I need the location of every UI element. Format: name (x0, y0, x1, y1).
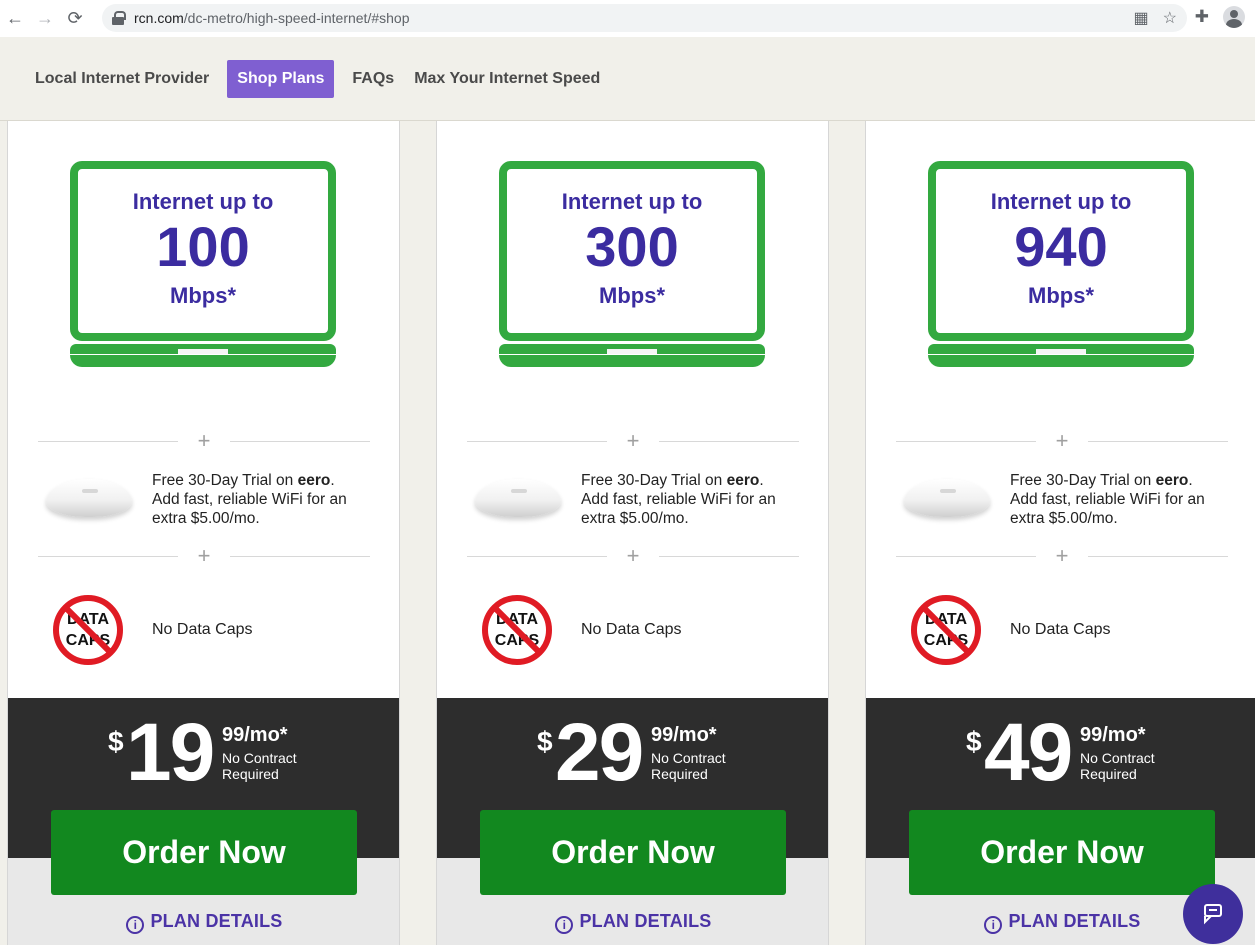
no-data-caps-icon: DATA CAPS (53, 595, 123, 665)
star-icon[interactable]: ☆ (1163, 8, 1177, 28)
no-data-caps-icon: DATA CAPS (482, 595, 552, 665)
nav-local-internet-provider[interactable]: Local Internet Provider (25, 60, 219, 98)
browser-extensions: ✚ (1195, 6, 1245, 28)
browser-toolbar: ← → ⟳ rcn.com/dc-metro/high-speed-intern… (0, 0, 1255, 37)
plus-divider: + (467, 544, 799, 568)
price-cents: 99/mo* (651, 724, 717, 746)
qr-code-icon[interactable]: ▦ (1134, 8, 1149, 28)
eero-offer-text: Free 30-Day Trial on eero. Add fast, rel… (1010, 472, 1205, 527)
plan-card: Internet up to 100 Mbps* + Free 30-Day T… (7, 121, 400, 945)
no-data-caps-label: No Data Caps (152, 621, 253, 638)
laptop-illustration: Internet up to 940 Mbps* (928, 161, 1194, 373)
price-dollars: 49 (984, 707, 1073, 798)
price-cents: 99/mo* (1080, 724, 1146, 746)
info-icon: i (555, 916, 574, 934)
speed-value: 940 (1014, 215, 1108, 278)
price-dollars: 19 (126, 707, 215, 798)
nav-faqs[interactable]: FAQs (342, 60, 404, 98)
back-arrow-icon[interactable]: ← (0, 4, 30, 34)
lock-icon[interactable] (112, 11, 126, 25)
speed-prefix: Internet up to (990, 189, 1132, 214)
speed-prefix: Internet up to (561, 189, 703, 214)
laptop-notch (607, 349, 657, 354)
laptop-base-bottom (70, 355, 336, 367)
url-text[interactable]: rcn.com/dc-metro/high-speed-internet/#sh… (134, 10, 409, 26)
laptop-screen: Internet up to 940 Mbps* (928, 161, 1194, 341)
reload-icon[interactable]: ⟳ (60, 4, 90, 34)
speed-unit: Mbps* (170, 283, 236, 308)
speed-value: 100 (156, 215, 250, 278)
no-data-caps-label: No Data Caps (1010, 621, 1111, 638)
eero-offer-text: Free 30-Day Trial on eero. Add fast, rel… (152, 472, 347, 527)
laptop-notch (1036, 349, 1086, 354)
plus-icon: + (197, 543, 211, 568)
eero-router-image (904, 471, 990, 521)
eero-router-image (46, 471, 132, 521)
plus-divider: + (38, 544, 370, 568)
contract-note: No Contract Required (651, 750, 726, 782)
contract-note: No Contract Required (1080, 750, 1155, 782)
laptop-screen: Internet up to 300 Mbps* (499, 161, 765, 341)
laptop-base-bottom (928, 355, 1194, 367)
plans-section: Internet up to 100 Mbps* + Free 30-Day T… (0, 121, 1255, 945)
puzzle-icon[interactable]: ✚ (1195, 7, 1209, 27)
price-dollars: 29 (555, 707, 644, 798)
laptop-illustration: Internet up to 300 Mbps* (499, 161, 765, 373)
plan-details-link[interactable]: i PLAN DETAILS (437, 911, 828, 934)
chat-icon (1204, 904, 1222, 925)
plus-divider: + (896, 429, 1228, 453)
address-bar[interactable]: rcn.com/dc-metro/high-speed-internet/#sh… (102, 4, 1187, 32)
plus-divider: + (896, 544, 1228, 568)
order-now-button[interactable]: Order Now (480, 810, 786, 895)
speed-prefix: Internet up to (132, 189, 274, 214)
plus-icon: + (626, 543, 640, 568)
plus-icon: + (1055, 428, 1069, 453)
plan-card: Internet up to 300 Mbps* + Free 30-Day T… (436, 121, 829, 945)
profile-icon[interactable] (1223, 6, 1245, 28)
price-cents: 99/mo* (222, 724, 288, 746)
info-icon: i (984, 916, 1003, 934)
plan-details-link[interactable]: i PLAN DETAILS (8, 911, 399, 934)
nav-shop-plans[interactable]: Shop Plans (227, 59, 335, 98)
order-now-button[interactable]: Order Now (909, 810, 1215, 895)
no-data-caps-label: No Data Caps (581, 621, 682, 638)
plus-icon: + (626, 428, 640, 453)
info-icon: i (126, 916, 145, 934)
speed-unit: Mbps* (1028, 283, 1094, 308)
plus-icon: + (1055, 543, 1069, 568)
chat-button[interactable] (1183, 884, 1243, 944)
site-nav: Local Internet Provider Shop Plans FAQs … (0, 37, 1255, 121)
plus-divider: + (467, 429, 799, 453)
plus-divider: + (38, 429, 370, 453)
nav-max-your-internet-speed[interactable]: Max Your Internet Speed (404, 60, 610, 98)
no-data-caps-icon: DATA CAPS (911, 595, 981, 665)
contract-note: No Contract Required (222, 750, 297, 782)
plus-icon: + (197, 428, 211, 453)
forward-arrow-icon[interactable]: → (30, 4, 60, 34)
speed-value: 300 (585, 215, 679, 278)
plan-card: Internet up to 940 Mbps* + Free 30-Day T… (865, 121, 1255, 945)
order-now-button[interactable]: Order Now (51, 810, 357, 895)
laptop-illustration: Internet up to 100 Mbps* (70, 161, 336, 373)
omnibox-actions: ▦ ☆ (1134, 8, 1177, 28)
laptop-screen: Internet up to 100 Mbps* (70, 161, 336, 341)
eero-router-image (475, 471, 561, 521)
speed-unit: Mbps* (599, 283, 665, 308)
laptop-notch (178, 349, 228, 354)
laptop-base-bottom (499, 355, 765, 367)
eero-offer-text: Free 30-Day Trial on eero. Add fast, rel… (581, 472, 776, 527)
